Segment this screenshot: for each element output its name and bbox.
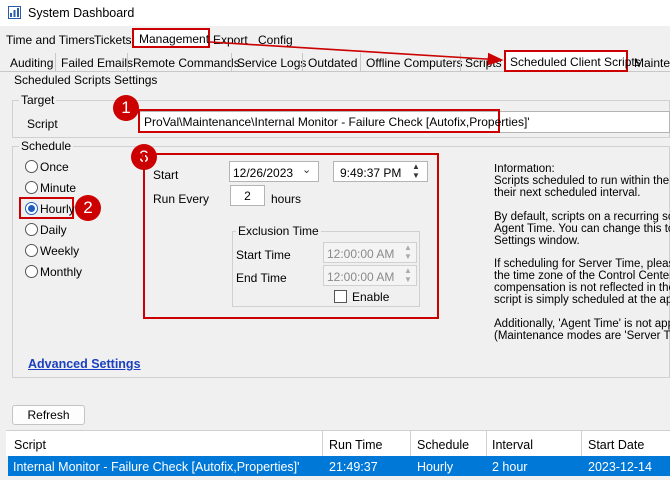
exclusion-end-value: 12:00:00 AM [327, 270, 395, 284]
start-label: Start [153, 168, 179, 182]
col-separator [410, 430, 411, 456]
grid-col-start-date[interactable]: Start Date [588, 438, 644, 452]
target-group-label: Target [19, 93, 57, 107]
info-line: Agent Time. You can change this to ' [494, 222, 670, 235]
info-line: their next scheduled interval. [494, 186, 641, 199]
grid-col-interval[interactable]: Interval [492, 438, 533, 452]
start-time-value: 9:49:37 PM [340, 166, 402, 180]
radio-daily-label: Daily [40, 223, 67, 237]
cell-run-time: 21:49:37 [329, 460, 378, 474]
callout-badge-1: 1 [113, 95, 139, 121]
refresh-button[interactable]: Refresh [12, 405, 85, 425]
radio-weekly[interactable] [25, 244, 38, 257]
info-line: By default, scripts on a recurring sche [494, 210, 670, 223]
col-separator [486, 430, 487, 456]
cell-schedule: Hourly [417, 460, 454, 474]
script-label: Script [27, 117, 58, 131]
start-date-value: 12/26/2023 [233, 166, 294, 180]
radio-minute-label: Minute [40, 181, 77, 195]
radio-minute[interactable] [25, 181, 38, 194]
radio-daily[interactable] [25, 223, 38, 236]
chevron-down-icon[interactable]: ⌄ [302, 163, 311, 176]
spinner-arrows-icon[interactable]: ▲ ▼ [412, 162, 420, 180]
info-line: Settings window. [494, 234, 580, 247]
run-every-label: Run Every [153, 192, 210, 206]
col-separator [581, 430, 582, 456]
radio-once[interactable] [25, 160, 38, 173]
exclusion-start-label: Start Time [236, 248, 291, 262]
section-title: Scheduled Scripts Settings [14, 73, 158, 87]
callout-arrow [209, 41, 504, 66]
info-line [494, 200, 670, 212]
radio-weekly-label: Weekly [40, 244, 80, 258]
exclusion-group-label: Exclusion Time [236, 224, 321, 238]
cell-interval: 2 hour [492, 460, 528, 474]
run-every-unit: hours [271, 192, 302, 206]
radio-monthly-label: Monthly [40, 265, 83, 279]
enable-label: Enable [352, 290, 390, 304]
enable-checkbox[interactable] [334, 290, 347, 303]
info-line: script is simply scheduled at the appro [494, 294, 670, 307]
cell-script: Internal Monitor - Failure Check [Autofi… [13, 460, 300, 474]
radio-once-label: Once [40, 160, 69, 174]
script-field-value: ProVal\Maintenance\Internal Monitor - Fa… [144, 115, 530, 129]
grid-col-schedule[interactable]: Schedule [417, 438, 469, 452]
exclusion-start-value: 12:00:00 AM [327, 247, 395, 261]
info-line: (Maintenance modes are 'Server Time [494, 329, 670, 342]
callout-badge-2: 2 [75, 195, 101, 221]
grid-col-script[interactable]: Script [14, 438, 46, 452]
radio-hourly-label: Hourly [40, 202, 75, 216]
spinner-arrows-icon[interactable]: ▲ ▼ [404, 266, 412, 284]
radio-monthly[interactable] [25, 265, 38, 278]
advanced-settings-link[interactable]: Advanced Settings [28, 357, 141, 371]
col-separator [322, 430, 323, 456]
cell-start-date: 2023-12-14 [588, 460, 652, 474]
run-every-field[interactable]: 2 [230, 185, 265, 206]
exclusion-end-label: End Time [236, 271, 287, 285]
radio-hourly[interactable] [25, 202, 38, 215]
grid-col-run-time[interactable]: Run Time [329, 438, 383, 452]
information-panel: Information: Scripts scheduled to run wi… [494, 164, 670, 343]
schedule-group-label: Schedule [19, 139, 74, 153]
spinner-arrows-icon[interactable]: ▲ ▼ [404, 243, 412, 261]
